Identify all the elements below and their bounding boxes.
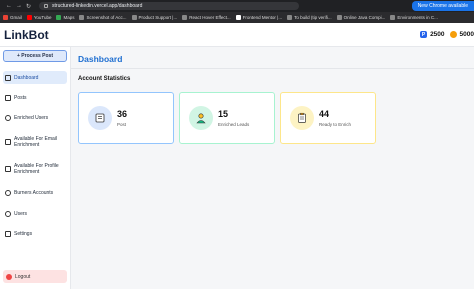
reload-icon[interactable]: ↻ [26,3,31,10]
dashboard-icon [5,74,11,81]
credits-area: P 2500 5000 [420,31,474,38]
stat-label: Enriched Leads [218,122,250,127]
page-icon [336,15,342,20]
forward-icon[interactable]: → [16,3,22,10]
stat-value: 44 [319,109,330,119]
process-post-button[interactable]: + Process Post [3,50,67,62]
back-icon[interactable]: ← [6,3,12,10]
bookmark[interactable]: To build (tip verifi... [287,15,332,20]
page-icon [390,15,396,20]
youtube-icon [26,15,32,20]
stat-card-post: 36 Post [78,92,174,144]
page-icon [235,15,241,20]
bookmark[interactable]: Frontend Mentor |... [235,15,282,20]
address-bar[interactable]: structured-linkedin.vercel.app/dashboard [39,2,300,10]
enriched-users-icon [5,115,11,121]
stat-card-ready-to-enrich: 44 Ready to Enrich [280,92,376,144]
browser-nav: ← → ↻ [6,3,31,10]
burners-icon [5,190,11,196]
new-chrome-button[interactable]: New Chrome available [411,1,474,11]
settings-icon [5,231,11,237]
gold-coin-icon [449,31,457,38]
sidebar-item-email-enrichment[interactable]: Available For Email Enrichment [3,136,67,148]
page-icon [182,15,188,20]
email-icon [5,139,11,145]
brand-logo[interactable]: LinkBot [4,28,49,42]
sidebar-item-dashboard[interactable]: Dashboard [3,71,67,84]
page-title: Dashboard [78,54,123,64]
bookmark[interactable]: Environments in C... [390,15,438,20]
bookmark[interactable]: Product Support |... [131,15,177,20]
profile-icon [5,166,11,172]
stat-label: Ready to Enrich [319,122,352,127]
divider [71,68,474,69]
users-icon [5,211,11,217]
page-icon [79,15,85,20]
sidebar-item-posts[interactable]: Posts [3,95,67,101]
app-header: LinkBot P 2500 5000 [0,23,474,47]
bookmarks-bar: Gmail YouTube Maps Screenshot of Acc... … [0,12,474,23]
posts-icon [5,95,11,101]
main-content: Dashboard Account Statistics 36 Post 15 … [71,47,474,289]
maps-icon [56,15,62,20]
stat-value: 36 [117,109,128,119]
stat-text: 15 Enriched Leads [218,109,249,127]
coin-icon: P [420,31,428,38]
post-icon [88,106,112,130]
bookmark[interactable]: Gmail [3,15,22,20]
bookmark[interactable]: Screenshot of Acc... [79,15,127,20]
browser-toolbar: ← → ↻ structured-linkedin.vercel.app/das… [0,0,474,12]
sidebar-item-burners-accounts[interactable]: Burners Accounts [3,190,67,196]
url-text: structured-linkedin.vercel.app/dashboard [52,3,143,9]
stat-text: 44 Ready to Enrich [319,109,351,127]
sidebar-item-profile-enrichment[interactable]: Available For Profile Enrichment [3,163,67,175]
page-icon [131,15,137,20]
section-title: Account Statistics [78,76,131,82]
bookmark[interactable]: React Hover Effect... [182,15,231,20]
bookmark[interactable]: Maps [56,15,74,20]
stat-card-enriched-leads: 15 Enriched Leads [179,92,275,144]
gmail-icon [3,15,8,20]
logout-icon [6,273,12,280]
site-info-icon[interactable] [44,4,49,8]
bookmark[interactable]: Online Java Compi... [336,15,385,20]
stat-label: Post [117,122,127,127]
sidebar-item-enriched-users[interactable]: Enriched Users [3,115,67,121]
sidebar-item-users[interactable]: Users [3,211,67,217]
stat-value: 15 [218,109,229,119]
logout-button[interactable]: Logout [3,270,67,283]
enriched-leads-icon [189,106,213,130]
sidebar-item-settings[interactable]: Settings [3,231,67,237]
stat-text: 36 Post [117,109,127,127]
credit-balance: P 2500 [420,31,445,38]
credit-balance: 5000 [449,31,474,38]
bookmark[interactable]: YouTube [26,15,51,20]
page-icon [287,15,293,20]
ready-icon [290,106,314,130]
sidebar: + Process Post Dashboard Posts Enriched … [0,47,71,289]
